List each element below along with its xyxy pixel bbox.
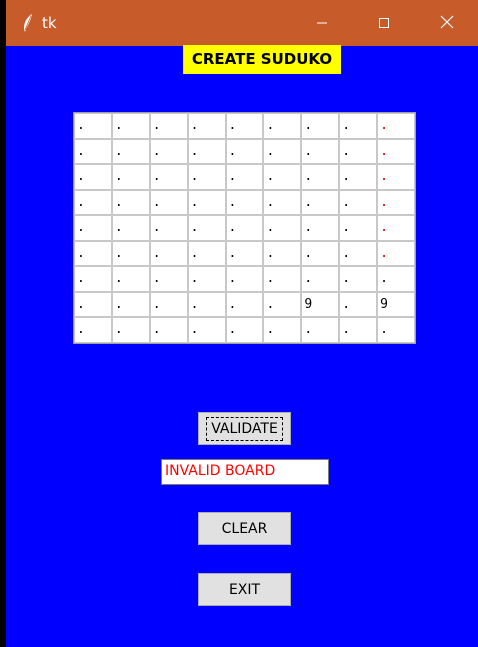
board-cell[interactable]: . (264, 292, 301, 317)
board-cell[interactable]: . (340, 267, 377, 291)
board-cell[interactable]: . (112, 267, 149, 291)
board-cell[interactable]: . (112, 216, 149, 240)
board-cell[interactable]: . (226, 318, 263, 342)
board-cell[interactable]: . (302, 241, 339, 266)
validate-button[interactable]: VALIDATE (198, 412, 291, 445)
close-button[interactable] (416, 0, 478, 46)
board-cell[interactable]: . (302, 216, 339, 240)
feather-icon (22, 13, 34, 33)
board-cell[interactable]: . (264, 241, 301, 266)
board-cell[interactable]: . (302, 165, 339, 189)
title-bar[interactable]: tk (6, 0, 478, 46)
board-cell[interactable]: . (188, 165, 225, 189)
board-cell[interactable]: . (378, 267, 414, 291)
board-cell[interactable]: . (378, 241, 414, 266)
board-cell[interactable]: . (150, 165, 187, 189)
board-cell[interactable]: . (226, 190, 263, 215)
board-cell[interactable]: . (226, 216, 263, 240)
board-cell[interactable]: . (302, 318, 339, 342)
close-icon (440, 14, 454, 33)
board-cell[interactable]: . (150, 292, 187, 317)
board-cell[interactable]: . (188, 216, 225, 240)
board-cell[interactable]: . (340, 165, 377, 189)
board-cell[interactable]: . (75, 216, 111, 240)
board-cell[interactable]: . (378, 139, 414, 164)
board-cell[interactable]: . (264, 114, 301, 138)
board-cell[interactable]: . (112, 165, 149, 189)
clear-button[interactable]: CLEAR (198, 512, 291, 545)
board-cell[interactable]: . (264, 165, 301, 189)
board-cell[interactable]: . (264, 139, 301, 164)
board-cell[interactable]: . (75, 241, 111, 266)
board-cell[interactable]: . (264, 318, 301, 342)
exit-button[interactable]: EXIT (198, 573, 291, 606)
board-cell[interactable]: . (188, 318, 225, 342)
board-cell[interactable]: . (302, 139, 339, 164)
board-cell[interactable]: . (150, 241, 187, 266)
board-cell[interactable]: . (150, 139, 187, 164)
validate-button-label: VALIDATE (206, 416, 283, 441)
status-field[interactable]: INVALID BOARD (161, 459, 329, 485)
board-cell[interactable]: . (264, 190, 301, 215)
board-cell[interactable]: . (112, 241, 149, 266)
board-cell[interactable]: . (112, 318, 149, 342)
board-cell[interactable]: . (264, 267, 301, 291)
board-cell[interactable]: . (75, 267, 111, 291)
board-cell[interactable]: . (188, 190, 225, 215)
board-cell[interactable]: . (150, 190, 187, 215)
board-cell[interactable]: . (340, 190, 377, 215)
board-cell[interactable]: . (150, 267, 187, 291)
board-cell[interactable]: . (112, 114, 149, 138)
board-cell[interactable]: 9 (378, 292, 414, 317)
board-cell[interactable]: . (188, 241, 225, 266)
board-cell[interactable]: . (150, 114, 187, 138)
board-cell[interactable]: . (340, 292, 377, 317)
board-cell[interactable]: . (378, 216, 414, 240)
board-cell[interactable]: . (340, 241, 377, 266)
board-cell[interactable]: . (340, 114, 377, 138)
maximize-icon (378, 14, 390, 33)
board-cell[interactable]: . (75, 292, 111, 317)
board-cell[interactable]: 9 (302, 292, 339, 317)
page-title: CREATE SUDUKO (183, 45, 341, 74)
board-cell[interactable]: . (378, 114, 414, 138)
board-cell[interactable]: . (302, 267, 339, 291)
board-cell[interactable]: . (150, 318, 187, 342)
board-cell[interactable]: . (75, 165, 111, 189)
board-cell[interactable]: . (226, 139, 263, 164)
app-window: tk CREATE SUDUKO .......................… (6, 0, 478, 647)
board-cell[interactable]: . (188, 292, 225, 317)
board-cell[interactable]: . (378, 190, 414, 215)
board-cell[interactable]: . (188, 267, 225, 291)
board-cell[interactable]: . (150, 216, 187, 240)
board-cell[interactable]: . (302, 190, 339, 215)
board-cell[interactable]: . (302, 114, 339, 138)
board-cell[interactable]: . (226, 267, 263, 291)
board-cell[interactable]: . (188, 114, 225, 138)
board-cell[interactable]: . (226, 241, 263, 266)
board-cell[interactable]: . (75, 114, 111, 138)
board-cell[interactable]: . (378, 318, 414, 342)
board-cell[interactable]: . (340, 318, 377, 342)
board-cell[interactable]: . (112, 292, 149, 317)
minimize-icon (316, 14, 328, 33)
board-cell[interactable]: . (264, 216, 301, 240)
board-cell[interactable]: . (75, 190, 111, 215)
board-cell[interactable]: . (75, 139, 111, 164)
board-cell[interactable]: . (340, 216, 377, 240)
board-cell[interactable]: . (112, 139, 149, 164)
minimize-button[interactable] (291, 0, 353, 46)
board-cell[interactable]: . (112, 190, 149, 215)
board-cell[interactable]: . (226, 114, 263, 138)
board-cell[interactable]: . (75, 318, 111, 342)
board-cell[interactable]: . (226, 292, 263, 317)
board-cell[interactable]: . (188, 139, 225, 164)
board-cell[interactable]: . (340, 139, 377, 164)
board-cell[interactable]: . (226, 165, 263, 189)
sudoku-board: ........................................… (73, 112, 416, 344)
maximize-button[interactable] (353, 0, 415, 46)
board-cell[interactable]: . (378, 165, 414, 189)
window-title: tk (42, 14, 57, 32)
